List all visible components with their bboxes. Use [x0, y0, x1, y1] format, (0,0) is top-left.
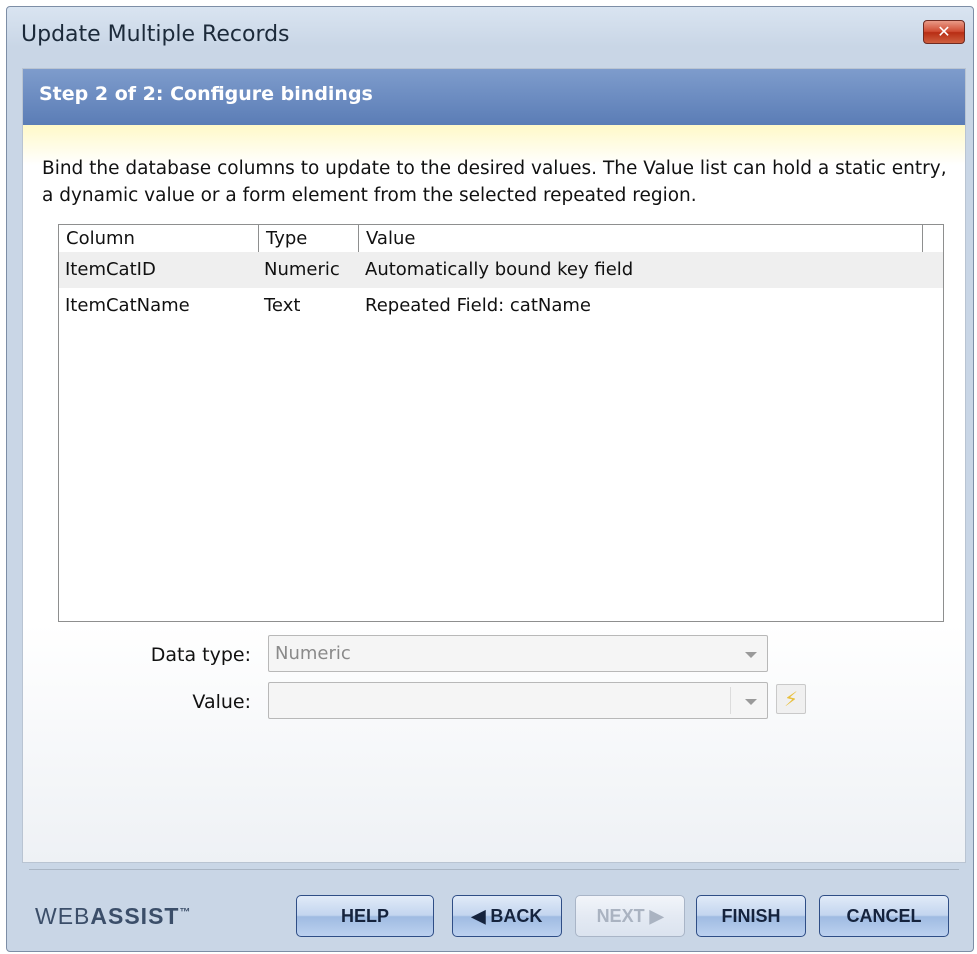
data-type-select[interactable]: Numeric: [268, 635, 768, 672]
footer-divider: [29, 869, 959, 870]
cell-column: ItemCatName: [65, 295, 190, 316]
lightning-icon: ⚡: [783, 687, 799, 711]
combo-divider: [730, 687, 731, 714]
cell-value: Automatically bound key field: [365, 259, 634, 280]
close-button[interactable]: ✕: [923, 20, 965, 44]
table-row[interactable]: ItemCatID Numeric Automatically bound ke…: [59, 252, 943, 288]
webassist-logo: WEBASSIST™: [35, 903, 192, 929]
list-header: Column Type Value: [59, 225, 943, 253]
cell-type: Numeric: [264, 259, 340, 280]
back-button[interactable]: ◀ BACK: [452, 895, 562, 937]
finish-button[interactable]: FINISH: [696, 895, 806, 937]
data-type-label: Data type:: [150, 644, 251, 666]
column-header-type[interactable]: Type: [259, 225, 359, 252]
window-title: Update Multiple Records: [21, 22, 290, 47]
column-header-column[interactable]: Column: [59, 225, 259, 252]
cancel-button[interactable]: CANCEL: [819, 895, 949, 937]
bindings-list[interactable]: Column Type Value ItemCatID Numeric Auto…: [58, 224, 944, 622]
dynamic-value-button[interactable]: ⚡: [776, 684, 806, 714]
value-label: Value:: [192, 691, 251, 713]
chevron-down-icon: [745, 699, 757, 705]
next-button[interactable]: NEXT ▶: [575, 895, 685, 937]
dialog-window: Update Multiple Records ✕ Step 2 of 2: C…: [6, 6, 974, 952]
step-title: Step 2 of 2: Configure bindings: [39, 83, 373, 105]
chevron-down-icon: [745, 652, 757, 658]
wizard-panel: Step 2 of 2: Configure bindings Bind the…: [22, 68, 966, 863]
column-header-value[interactable]: Value: [359, 225, 923, 252]
title-bar: Update Multiple Records ✕: [7, 7, 973, 59]
step-description: Bind the database columns to update to t…: [42, 158, 947, 206]
value-select[interactable]: [268, 682, 768, 719]
cell-type: Text: [264, 295, 301, 316]
data-type-selected: Numeric: [275, 643, 351, 664]
help-button[interactable]: HELP: [296, 895, 434, 937]
cell-value: Repeated Field: catName: [365, 295, 592, 316]
cell-column: ItemCatID: [65, 259, 156, 280]
table-row[interactable]: ItemCatName Text Repeated Field: catName: [59, 288, 943, 324]
step-header: Step 2 of 2: Configure bindings: [23, 69, 965, 125]
